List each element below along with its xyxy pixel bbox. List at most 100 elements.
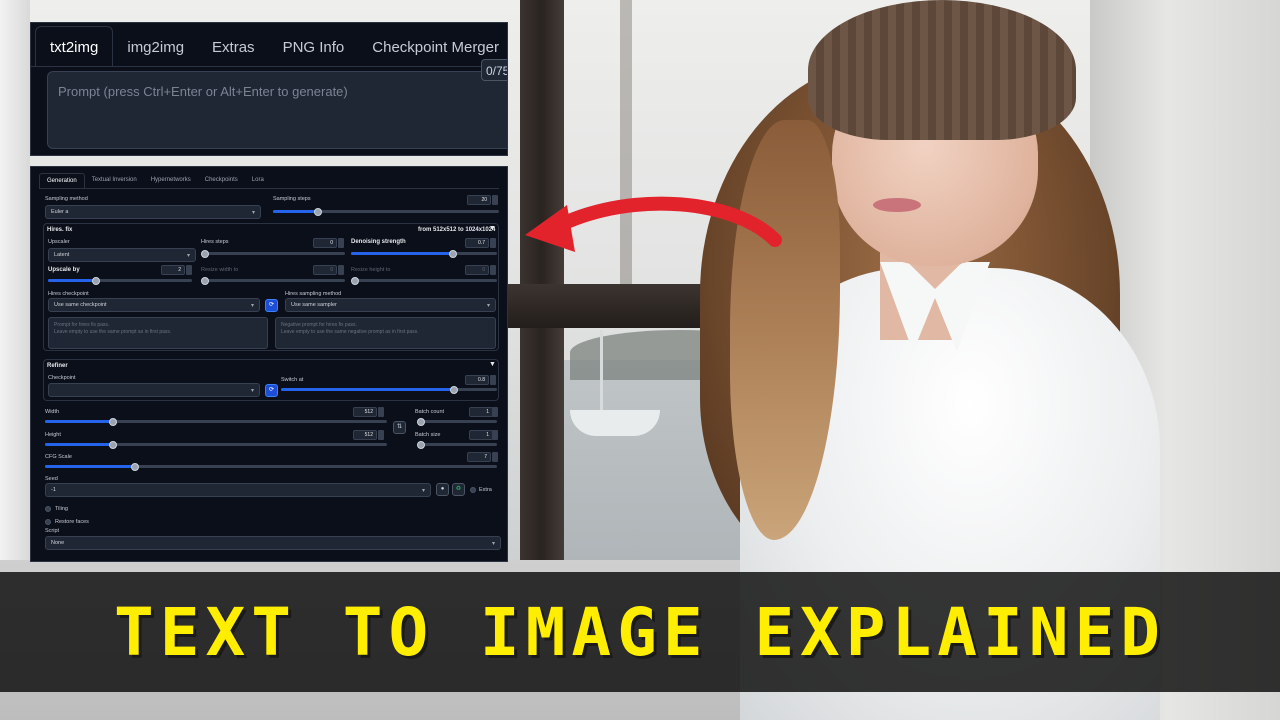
refiner-checkpoint-select[interactable] [48, 383, 260, 397]
hires-steps-spinner[interactable] [338, 238, 344, 248]
upscale-by-slider[interactable] [48, 276, 192, 285]
subtab-textual-inversion[interactable]: Textual Inversion [85, 173, 144, 188]
hires-steps-handle[interactable] [201, 249, 209, 258]
denoise-handle[interactable] [449, 249, 458, 258]
height-slider[interactable] [45, 440, 387, 449]
upscaler-select[interactable]: Latent [48, 248, 196, 262]
denoise-input[interactable]: 0.7 [465, 238, 489, 248]
restore-faces-checkbox[interactable] [45, 519, 51, 525]
resize-width-slider[interactable] [201, 276, 345, 285]
hires-negative-prompt-input[interactable]: Negative prompt for hires fix pass. Leav… [275, 317, 496, 349]
refiner-collapse-icon[interactable]: ▼ [489, 361, 496, 368]
cfg-scale-handle[interactable] [131, 462, 140, 471]
resize-height-slider[interactable] [351, 276, 497, 285]
batch-size-spinner[interactable] [492, 430, 498, 440]
prompt-input[interactable]: Prompt (press Ctrl+Enter or Alt+Enter to… [47, 71, 507, 149]
sailboat [570, 410, 660, 436]
sampling-steps-handle[interactable] [314, 207, 323, 216]
resize-height-label: Resize height to [351, 267, 391, 273]
extra-checkbox[interactable] [470, 487, 476, 493]
batch-size-slider[interactable] [417, 440, 497, 449]
sampling-steps-fill [273, 210, 319, 213]
cfg-scale-spinner[interactable] [492, 452, 498, 462]
title-banner: TEXT TO IMAGE EXPLAINED [0, 572, 1280, 692]
cfg-scale-label: CFG Scale [45, 454, 72, 460]
hires-neg-placeholder-2: Leave empty to use the same negative pro… [281, 329, 419, 335]
seed-input[interactable]: -1 [45, 483, 431, 497]
resize-width-handle[interactable] [201, 276, 209, 285]
denoise-slider[interactable] [351, 249, 497, 258]
subtab-lora[interactable]: Lora [245, 173, 271, 188]
hires-fix-title[interactable]: Hires. fix [47, 227, 72, 233]
subtab-checkpoints[interactable]: Checkpoints [198, 173, 245, 188]
refiner-refresh-icon[interactable]: ⟳ [265, 384, 278, 397]
sampling-steps-slider[interactable] [273, 207, 499, 216]
width-input[interactable]: 512 [353, 407, 377, 417]
hires-checkpoint-select[interactable]: Use same checkpoint [48, 298, 260, 312]
seed-label: Seed [45, 476, 58, 482]
batch-count-slider[interactable] [417, 417, 497, 426]
switch-at-input[interactable]: 0.8 [465, 375, 489, 385]
switch-at-handle[interactable] [449, 385, 458, 394]
hires-checkpoint-label: Hires checkpoint [48, 291, 89, 297]
width-slider[interactable] [45, 417, 387, 426]
tab-png-info[interactable]: PNG Info [269, 39, 359, 66]
sampling-steps-spinner[interactable] [492, 195, 498, 205]
resize-width-input[interactable]: 0 [313, 265, 337, 275]
random-seed-icon[interactable]: ● [436, 483, 449, 496]
banner-title: TEXT TO IMAGE EXPLAINED [114, 593, 1166, 671]
hires-sampler-select[interactable]: Use same sampler [285, 298, 496, 312]
script-select[interactable]: None [45, 536, 501, 550]
hires-collapse-icon[interactable]: ▼ [489, 225, 496, 232]
denoise-label: Denoising strength [351, 239, 406, 245]
recycle-icon[interactable]: ♻ [452, 483, 465, 496]
knit-beanie [808, 0, 1076, 140]
tab-img2img[interactable]: img2img [113, 39, 198, 66]
width-spinner[interactable] [378, 407, 384, 417]
batch-count-handle[interactable] [417, 417, 425, 426]
resize-width-label: Resize width to [201, 267, 239, 273]
sampling-method-select[interactable]: Euler a [45, 205, 261, 219]
refiner-title[interactable]: Refiner [47, 363, 68, 369]
switch-at-spinner[interactable] [490, 375, 496, 385]
batch-size-input[interactable]: 1 [469, 430, 493, 440]
resize-height-spinner[interactable] [490, 265, 496, 275]
resize-height-input[interactable]: 0 [465, 265, 489, 275]
tiling-label: Tiling [55, 506, 68, 512]
subtab-generation[interactable]: Generation [39, 173, 85, 188]
switch-at-label: Switch at [281, 377, 304, 383]
refresh-icon[interactable]: ⟳ [265, 299, 278, 312]
tiling-checkbox[interactable] [45, 506, 51, 512]
upscale-by-spinner[interactable] [186, 265, 192, 275]
batch-size-handle[interactable] [417, 440, 425, 449]
hires-steps-slider[interactable] [201, 249, 345, 258]
swap-dimensions-icon[interactable]: ⇅ [393, 421, 406, 434]
resize-height-handle[interactable] [351, 276, 359, 285]
switch-at-slider[interactable] [281, 385, 497, 394]
upscale-by-handle[interactable] [91, 276, 100, 285]
cfg-scale-fill [45, 465, 136, 468]
resize-width-spinner[interactable] [338, 265, 344, 275]
sampling-steps-input[interactable]: 20 [467, 195, 491, 205]
cfg-scale-slider[interactable] [45, 462, 497, 471]
batch-count-input[interactable]: 1 [469, 407, 493, 417]
tab-extras[interactable]: Extras [198, 39, 269, 66]
height-fill [45, 443, 114, 446]
hires-steps-label: Hires steps [201, 239, 229, 245]
width-handle[interactable] [109, 417, 118, 426]
hires-prompt-input[interactable]: Prompt for hires fix pass. Leave empty t… [48, 317, 268, 349]
lips [873, 198, 921, 212]
cfg-scale-input[interactable]: 7 [467, 452, 491, 462]
batch-count-spinner[interactable] [492, 407, 498, 417]
upscale-by-fill [48, 279, 96, 282]
width-fill [45, 420, 114, 423]
height-handle[interactable] [109, 440, 118, 449]
hires-steps-input[interactable]: 0 [313, 238, 337, 248]
subtab-hypernetworks[interactable]: Hypernetworks [144, 173, 198, 188]
denoise-spinner[interactable] [490, 238, 496, 248]
hires-prompt-placeholder-1: Prompt for hires fix pass. [54, 322, 110, 328]
upscale-by-input[interactable]: 2 [161, 265, 185, 275]
height-input[interactable]: 512 [353, 430, 377, 440]
tab-txt2img[interactable]: txt2img [35, 26, 114, 66]
height-spinner[interactable] [378, 430, 384, 440]
